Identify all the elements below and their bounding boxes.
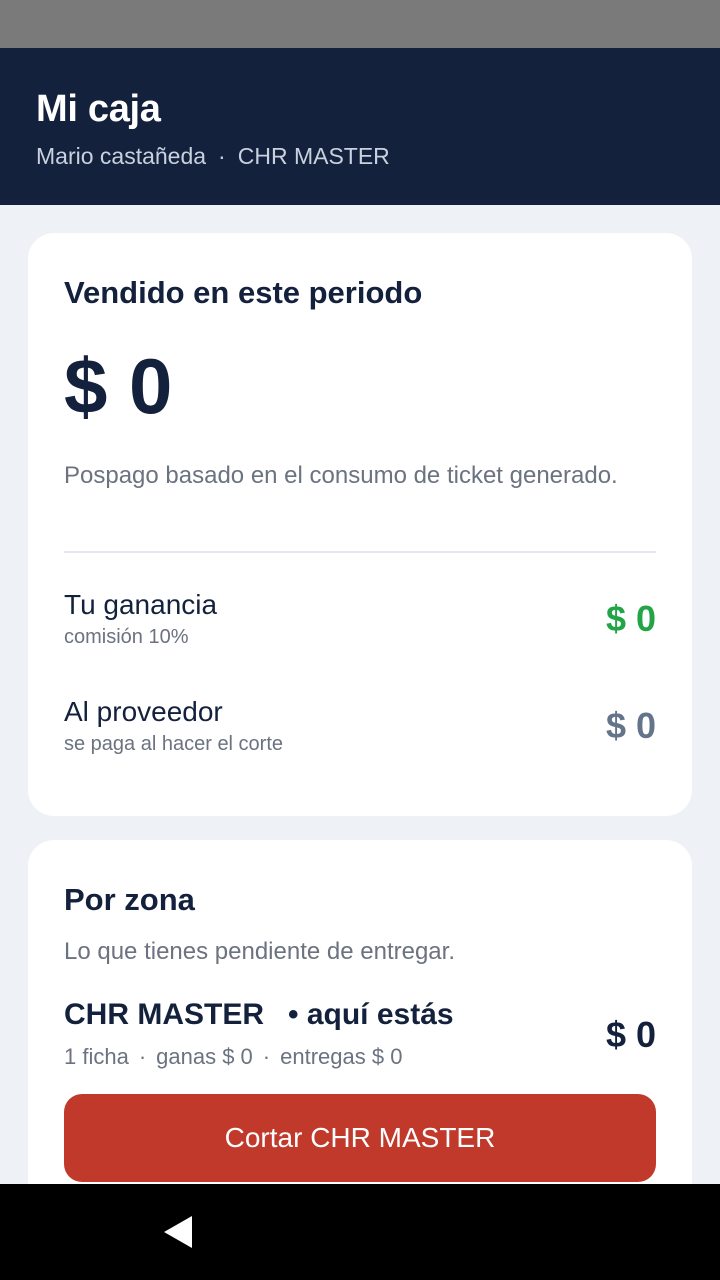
user-name: Mario castañeda bbox=[36, 143, 207, 169]
gain-row: Tu ganancia comisión 10% $ 0 bbox=[64, 588, 656, 649]
header: Mi caja Mario castañeda · CHR MASTER bbox=[0, 48, 720, 205]
gain-amount: $ 0 bbox=[605, 598, 656, 639]
zone-meta: 1 ficha · ganas $ 0 · entregas $ 0 bbox=[64, 1044, 656, 1070]
page-title: Mi caja bbox=[36, 88, 161, 130]
zone-section-title: Por zona bbox=[64, 882, 195, 917]
separator-dot: · bbox=[262, 1044, 271, 1069]
status-bar bbox=[0, 0, 720, 48]
zone-card: Por zona Lo que tienes pendiente de entr… bbox=[28, 840, 692, 1184]
zone-amount: $ 0 bbox=[605, 1014, 656, 1055]
cut-zone-button[interactable]: Cortar CHR MASTER bbox=[64, 1094, 656, 1182]
zone-section-note: Lo que tienes pendiente de entregar. bbox=[64, 938, 455, 965]
period-summary-card: Vendido en este periodo $ 0 Pospago basa… bbox=[28, 233, 692, 816]
period-note: Pospago basado en el consumo de ticket g… bbox=[64, 462, 618, 489]
back-triangle-icon[interactable] bbox=[164, 1216, 192, 1248]
content-scroll[interactable]: Vendido en este periodo $ 0 Pospago basa… bbox=[0, 205, 720, 1184]
navigation-bar bbox=[0, 1184, 720, 1280]
provider-row: Al proveedor se paga al hacer el corte $… bbox=[64, 695, 656, 756]
divider bbox=[64, 551, 656, 553]
separator-dot: · bbox=[218, 143, 226, 169]
provider-label: Al proveedor bbox=[64, 696, 223, 727]
period-title: Vendido en este periodo bbox=[64, 275, 423, 310]
gain-commission: comisión 10% bbox=[64, 626, 189, 648]
store-name: CHR MASTER bbox=[237, 143, 390, 169]
current-zone-badge: • aquí estás bbox=[288, 998, 454, 1031]
zone-tickets: 1 ficha bbox=[64, 1044, 129, 1069]
zone-earnings: ganas $ 0 bbox=[156, 1044, 253, 1069]
provider-note: se paga al hacer el corte bbox=[64, 733, 284, 755]
header-subtitle: Mario castañeda · CHR MASTER bbox=[36, 142, 684, 170]
gain-label: Tu ganancia bbox=[64, 589, 218, 620]
separator-dot: · bbox=[138, 1044, 147, 1069]
provider-amount: $ 0 bbox=[605, 705, 656, 746]
zone-name: CHR MASTER bbox=[64, 998, 264, 1031]
period-total-amount: $ 0 bbox=[64, 342, 173, 430]
zone-delivery: entregas $ 0 bbox=[280, 1044, 403, 1069]
zone-row: CHR MASTER • aquí estás 1 ficha · ganas … bbox=[64, 998, 656, 1070]
